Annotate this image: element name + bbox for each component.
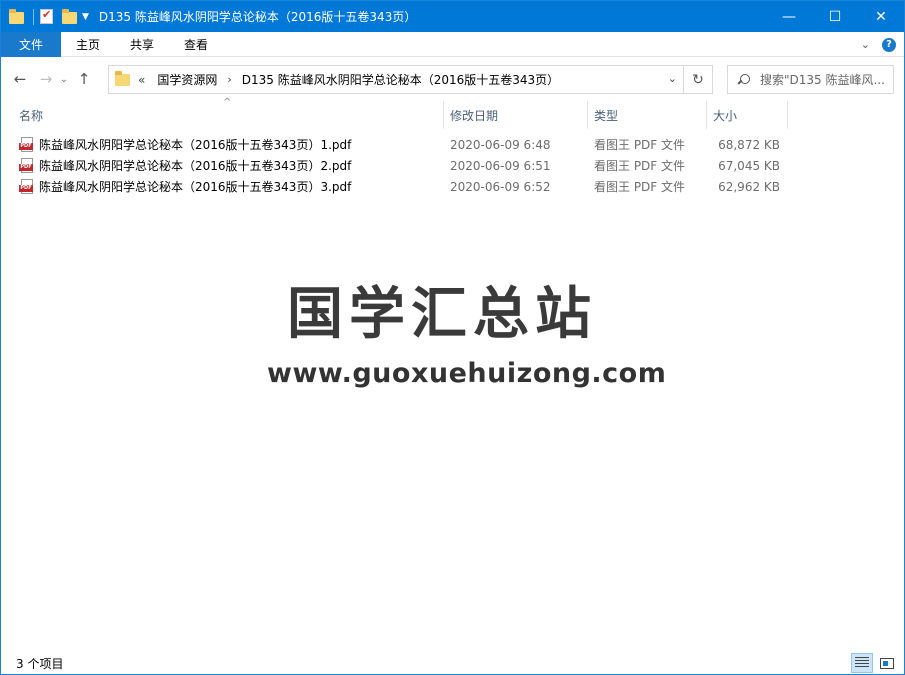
- column-modified[interactable]: 修改日期: [444, 101, 588, 129]
- minimize-button[interactable]: —: [766, 1, 812, 32]
- customize-toolbar-icon[interactable]: ▼: [82, 12, 89, 22]
- file-type: 看图王 PDF 文件: [594, 180, 686, 194]
- watermark-url: www.guoxuehuizong.com: [267, 358, 667, 389]
- table-row[interactable]: PDF 陈益峰风水阴阳学总论秘本（2016版十五卷343页）2.pdf 2020…: [1, 155, 904, 176]
- navigation-bar: ← → ⌄ ↑ « 国学资源网 › D135 陈益峰风水阴阳学总论秘本（2016…: [1, 58, 904, 100]
- status-bar: 3 个项目: [1, 652, 904, 674]
- file-type: 看图王 PDF 文件: [594, 159, 686, 173]
- table-row[interactable]: PDF 陈益峰风水阴阳学总论秘本（2016版十五卷343页）3.pdf 2020…: [1, 176, 904, 197]
- window-controls: — ☐ ✕: [766, 1, 904, 32]
- ribbon-tabs: 文件 主页 共享 查看 ⌄ ?: [1, 31, 904, 57]
- back-arrow-icon[interactable]: ←: [9, 67, 31, 91]
- folder-icon: [9, 8, 25, 25]
- file-type: 看图王 PDF 文件: [594, 138, 686, 152]
- new-folder-icon[interactable]: [62, 8, 78, 25]
- tab-view[interactable]: 查看: [169, 32, 223, 57]
- search-input[interactable]: [760, 72, 885, 87]
- file-list: PDF 陈益峰风水阴阳学总论秘本（2016版十五卷343页）1.pdf 2020…: [1, 134, 904, 197]
- view-switcher: [851, 653, 898, 673]
- file-modified: 2020-06-09 6:48: [450, 137, 551, 152]
- chevron-down-icon[interactable]: ⌄: [668, 72, 677, 85]
- large-icons-view-icon: [880, 657, 894, 669]
- toolbar-separator: [33, 8, 34, 25]
- search-icon: [738, 73, 750, 86]
- file-modified: 2020-06-09 6:51: [450, 158, 551, 173]
- quick-access-toolbar: ▼: [1, 1, 99, 32]
- properties-icon[interactable]: [40, 8, 56, 25]
- column-type[interactable]: 类型: [588, 101, 707, 129]
- breadcrumb-overflow[interactable]: «: [138, 73, 145, 87]
- ribbon-right: ⌄ ?: [861, 32, 896, 57]
- file-size: 68,872 KB: [718, 137, 780, 152]
- pdf-file-icon: PDF: [19, 136, 35, 153]
- large-icons-view-button[interactable]: [876, 653, 898, 673]
- table-row[interactable]: PDF 陈益峰风水阴阳学总论秘本（2016版十五卷343页）1.pdf 2020…: [1, 134, 904, 155]
- file-size: 62,962 KB: [718, 179, 780, 194]
- file-name: 陈益峰风水阴阳学总论秘本（2016版十五卷343页）2.pdf: [39, 159, 352, 173]
- column-name[interactable]: 名称: [13, 101, 444, 129]
- breadcrumb-root[interactable]: 国学资源网: [157, 71, 217, 88]
- watermark-title: 国学汇总站: [287, 282, 597, 347]
- column-headers: ^ 名称 修改日期 类型 大小: [1, 97, 904, 129]
- tab-share[interactable]: 共享: [115, 32, 169, 57]
- folder-icon: [115, 70, 130, 86]
- details-view-button[interactable]: [851, 653, 873, 673]
- help-icon[interactable]: ?: [882, 37, 896, 52]
- breadcrumb-current[interactable]: D135 陈益峰风水阴阳学总论秘本（2016版十五卷343页）: [242, 71, 559, 88]
- up-arrow-icon[interactable]: ↑: [73, 67, 95, 91]
- details-view-icon: [855, 657, 869, 669]
- tab-home[interactable]: 主页: [61, 32, 115, 57]
- explorer-window: ▼ D135 陈益峰风水阴阳学总论秘本（2016版十五卷343页） — ☐ ✕ …: [0, 0, 905, 675]
- recent-locations-icon[interactable]: ⌄: [57, 67, 71, 91]
- pdf-file-icon: PDF: [19, 157, 35, 174]
- file-modified: 2020-06-09 6:52: [450, 179, 551, 194]
- refresh-icon[interactable]: ↻: [684, 65, 713, 94]
- forward-arrow-icon[interactable]: →: [35, 67, 57, 91]
- title-bar[interactable]: ▼ D135 陈益峰风水阴阳学总论秘本（2016版十五卷343页） — ☐ ✕: [1, 1, 904, 32]
- address-bar[interactable]: « 国学资源网 › D135 陈益峰风水阴阳学总论秘本（2016版十五卷343页…: [108, 65, 684, 94]
- close-button[interactable]: ✕: [858, 1, 904, 32]
- chevron-down-icon[interactable]: ⌄: [861, 38, 870, 51]
- window-title: D135 陈益峰风水阴阳学总论秘本（2016版十五卷343页）: [98, 10, 417, 24]
- chevron-right-icon[interactable]: ›: [227, 73, 231, 86]
- file-name: 陈益峰风水阴阳学总论秘本（2016版十五卷343页）3.pdf: [39, 180, 352, 194]
- tab-file[interactable]: 文件: [1, 31, 62, 57]
- pdf-file-icon: PDF: [19, 178, 35, 195]
- item-count: 3 个项目: [16, 656, 64, 671]
- file-name: 陈益峰风水阴阳学总论秘本（2016版十五卷343页）1.pdf: [39, 138, 352, 152]
- search-box[interactable]: [727, 65, 894, 94]
- file-size: 67,045 KB: [718, 158, 780, 173]
- column-size[interactable]: 大小: [707, 101, 788, 129]
- maximize-button[interactable]: ☐: [812, 1, 858, 32]
